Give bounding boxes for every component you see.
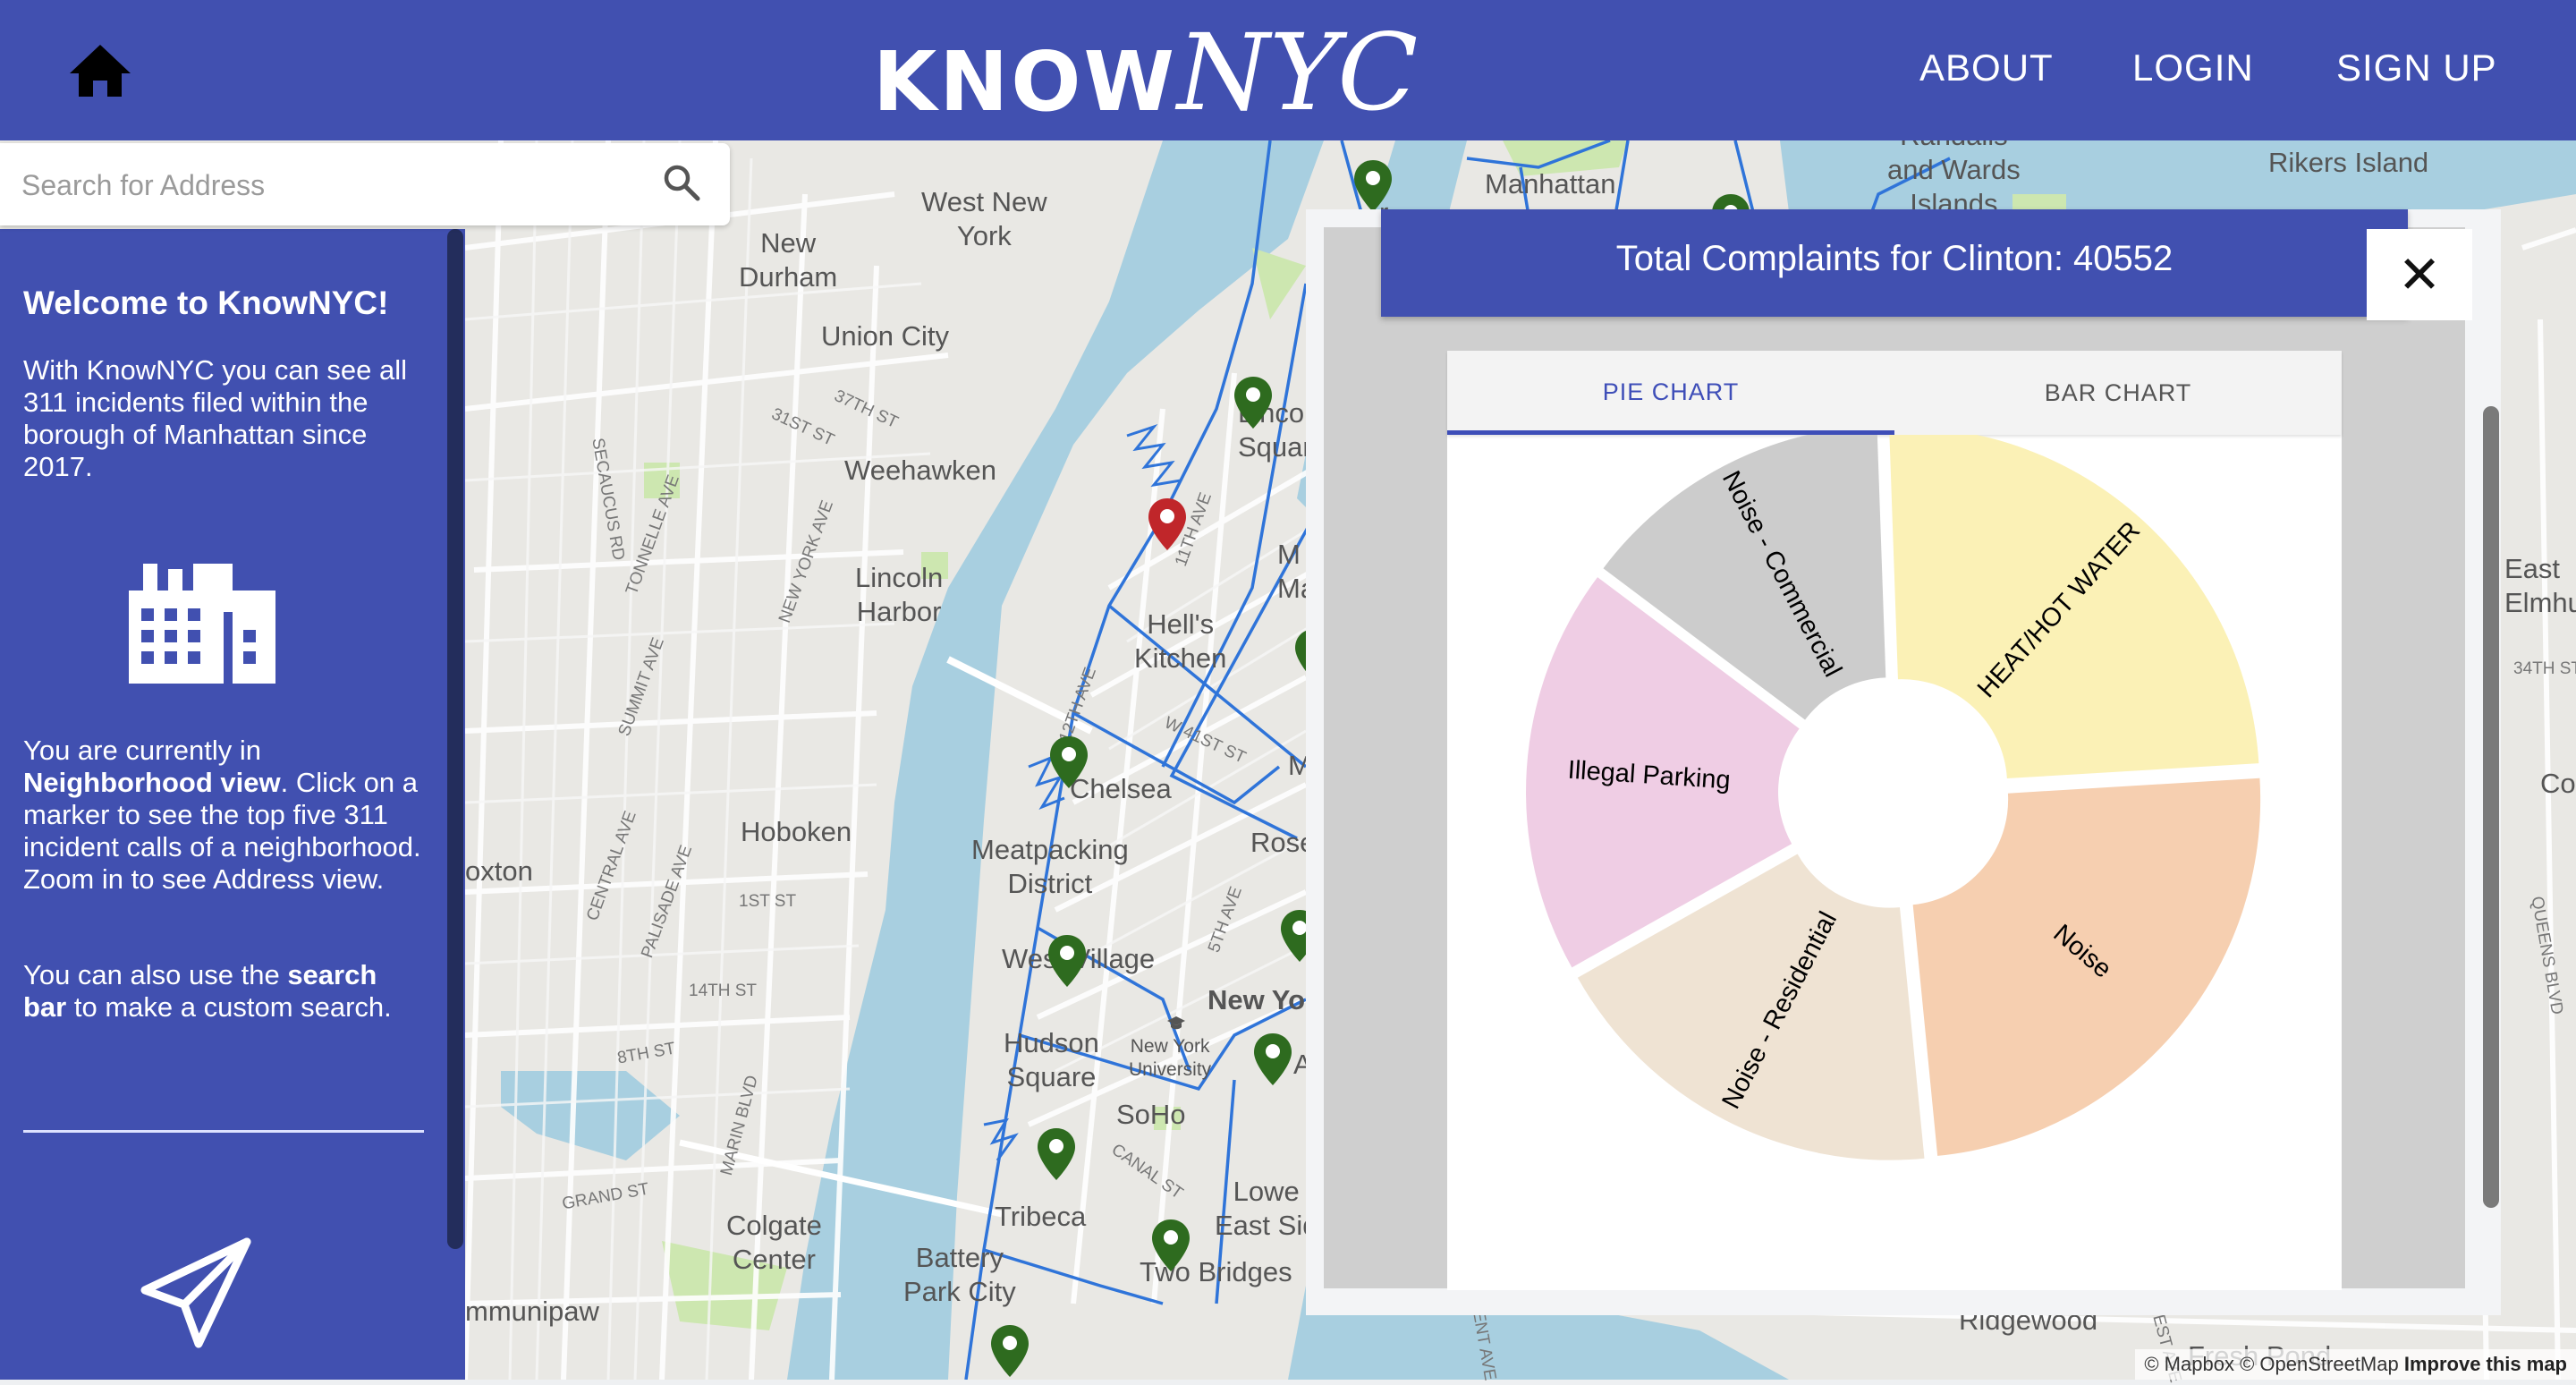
street-label: 34TH ST: [2513, 659, 2576, 678]
map-label-soho: SoHo: [1116, 1099, 1186, 1130]
map-label-manhattan: Manhattan: [1485, 168, 1616, 200]
chart-card: PIE CHART BAR CHART HEAT/HOT WATER Noise N…: [1447, 351, 2342, 1290]
info-sidebar: Welcome to KnowNYC! With KnowNYC you can…: [0, 229, 465, 1380]
map-label-hudson-square: Hudson Square: [1004, 1027, 1099, 1092]
mode-name: Neighborhood view: [23, 767, 281, 798]
map-label-tribeca: Tribeca: [995, 1201, 1087, 1232]
modal-scrollbar[interactable]: [2483, 406, 2499, 1208]
map-marker[interactable]: [1352, 158, 1394, 214]
hint-prefix: You can also use the: [23, 959, 288, 990]
map-marker[interactable]: [989, 1323, 1030, 1379]
building-icon: [129, 564, 275, 684]
attribution-mapbox[interactable]: © Mapbox: [2144, 1353, 2234, 1375]
home-button[interactable]: [64, 36, 136, 107]
send-icon[interactable]: [134, 1231, 259, 1356]
search-hint: You can also use the search bar to make …: [23, 959, 426, 1024]
close-button[interactable]: ✕: [2367, 229, 2472, 320]
chart-tabs: PIE CHART BAR CHART: [1447, 351, 2342, 435]
sidebar-divider: [23, 1130, 424, 1133]
map-marker[interactable]: [1252, 1032, 1293, 1087]
map-marker[interactable]: [1233, 375, 1274, 430]
close-icon: ✕: [2397, 244, 2442, 305]
map-label-hoboken: Hoboken: [741, 816, 852, 847]
map-label-new-york: New Yo: [1208, 984, 1306, 1015]
map-marker-selected[interactable]: [1147, 497, 1188, 552]
map-label-corona: Co: [2540, 768, 2576, 799]
sidebar-scrollbar[interactable]: [447, 229, 463, 1249]
map-label-colgate-center: Colgate Center: [726, 1210, 822, 1275]
map-marker[interactable]: [1150, 1218, 1191, 1273]
nav-signup[interactable]: SIGN UP: [2336, 47, 2497, 89]
map-label-nyu: New York University: [1129, 1036, 1212, 1080]
nav-login[interactable]: LOGIN: [2132, 47, 2254, 89]
map-label-union-city: Union City: [821, 320, 949, 352]
welcome-text: With KnowNYC you can see all 311 inciden…: [23, 354, 408, 482]
search-icon[interactable]: [660, 161, 703, 204]
map-label-weehawken: Weehawken: [844, 455, 997, 486]
mode-prefix: You are currently in: [23, 735, 261, 766]
street-label: 14TH ST: [689, 981, 758, 1000]
brand-nyc: NYC: [1177, 11, 1419, 134]
university-icon: [1166, 1015, 1186, 1032]
map-label-communipaw: mmunipaw: [465, 1296, 599, 1327]
attribution-osm[interactable]: © OpenStreetMap: [2240, 1353, 2399, 1375]
map-label-meatpacking: Meatpacking District: [971, 834, 1129, 899]
map-label-lincoln-harbor: Lincoln Harbor: [855, 562, 944, 627]
map-label-oxton: oxton: [465, 855, 533, 887]
map-marker[interactable]: [1036, 1126, 1077, 1182]
nav-about[interactable]: ABOUT: [1919, 47, 2054, 89]
mode-description: You are currently in Neighborhood view. …: [23, 735, 426, 896]
map-marker[interactable]: [1046, 933, 1088, 989]
map-label-west-new-york: West New York: [921, 186, 1047, 251]
brand-know: KNOW: [873, 34, 1177, 130]
search-input[interactable]: [20, 159, 631, 211]
welcome-title: Welcome to KnowNYC!: [23, 285, 389, 321]
map-marker[interactable]: [1048, 735, 1089, 790]
tab-bar-chart[interactable]: BAR CHART: [1894, 351, 2342, 435]
map-label-hells-kitchen: Hell's Kitchen: [1134, 608, 1227, 674]
search-bar: [0, 143, 730, 225]
map-label-rikers: Rikers Island: [2268, 147, 2429, 178]
app-header: KNOW NYC ABOUT LOGIN SIGN UP: [0, 0, 2576, 140]
tab-pie-chart[interactable]: PIE CHART: [1447, 351, 1894, 435]
hint-suffix: to make a custom search.: [66, 991, 392, 1023]
modal-title-bar: Total Complaints for Clinton: 40552: [1381, 209, 2408, 317]
map-label-battery-park: Battery Park City: [903, 1242, 1016, 1307]
map-label-east-elmhurst: East Elmhur: [2504, 553, 2576, 618]
home-icon: [70, 45, 131, 97]
map-attribution[interactable]: © Mapbox © OpenStreetMap Improve this ma…: [2135, 1349, 2576, 1380]
map-label-lower-east-side: Lowe East Sid: [1215, 1176, 1318, 1241]
street-label: 1ST ST: [739, 892, 797, 911]
attribution-improve[interactable]: Improve this map: [2404, 1353, 2567, 1375]
map-label-new-durham: New Durham: [739, 227, 838, 293]
modal-title: Total Complaints for Clinton: 40552: [1615, 239, 2174, 278]
pie-chart: HEAT/HOT WATERNoiseNoise - ResidentialIl…: [1526, 435, 2261, 1160]
